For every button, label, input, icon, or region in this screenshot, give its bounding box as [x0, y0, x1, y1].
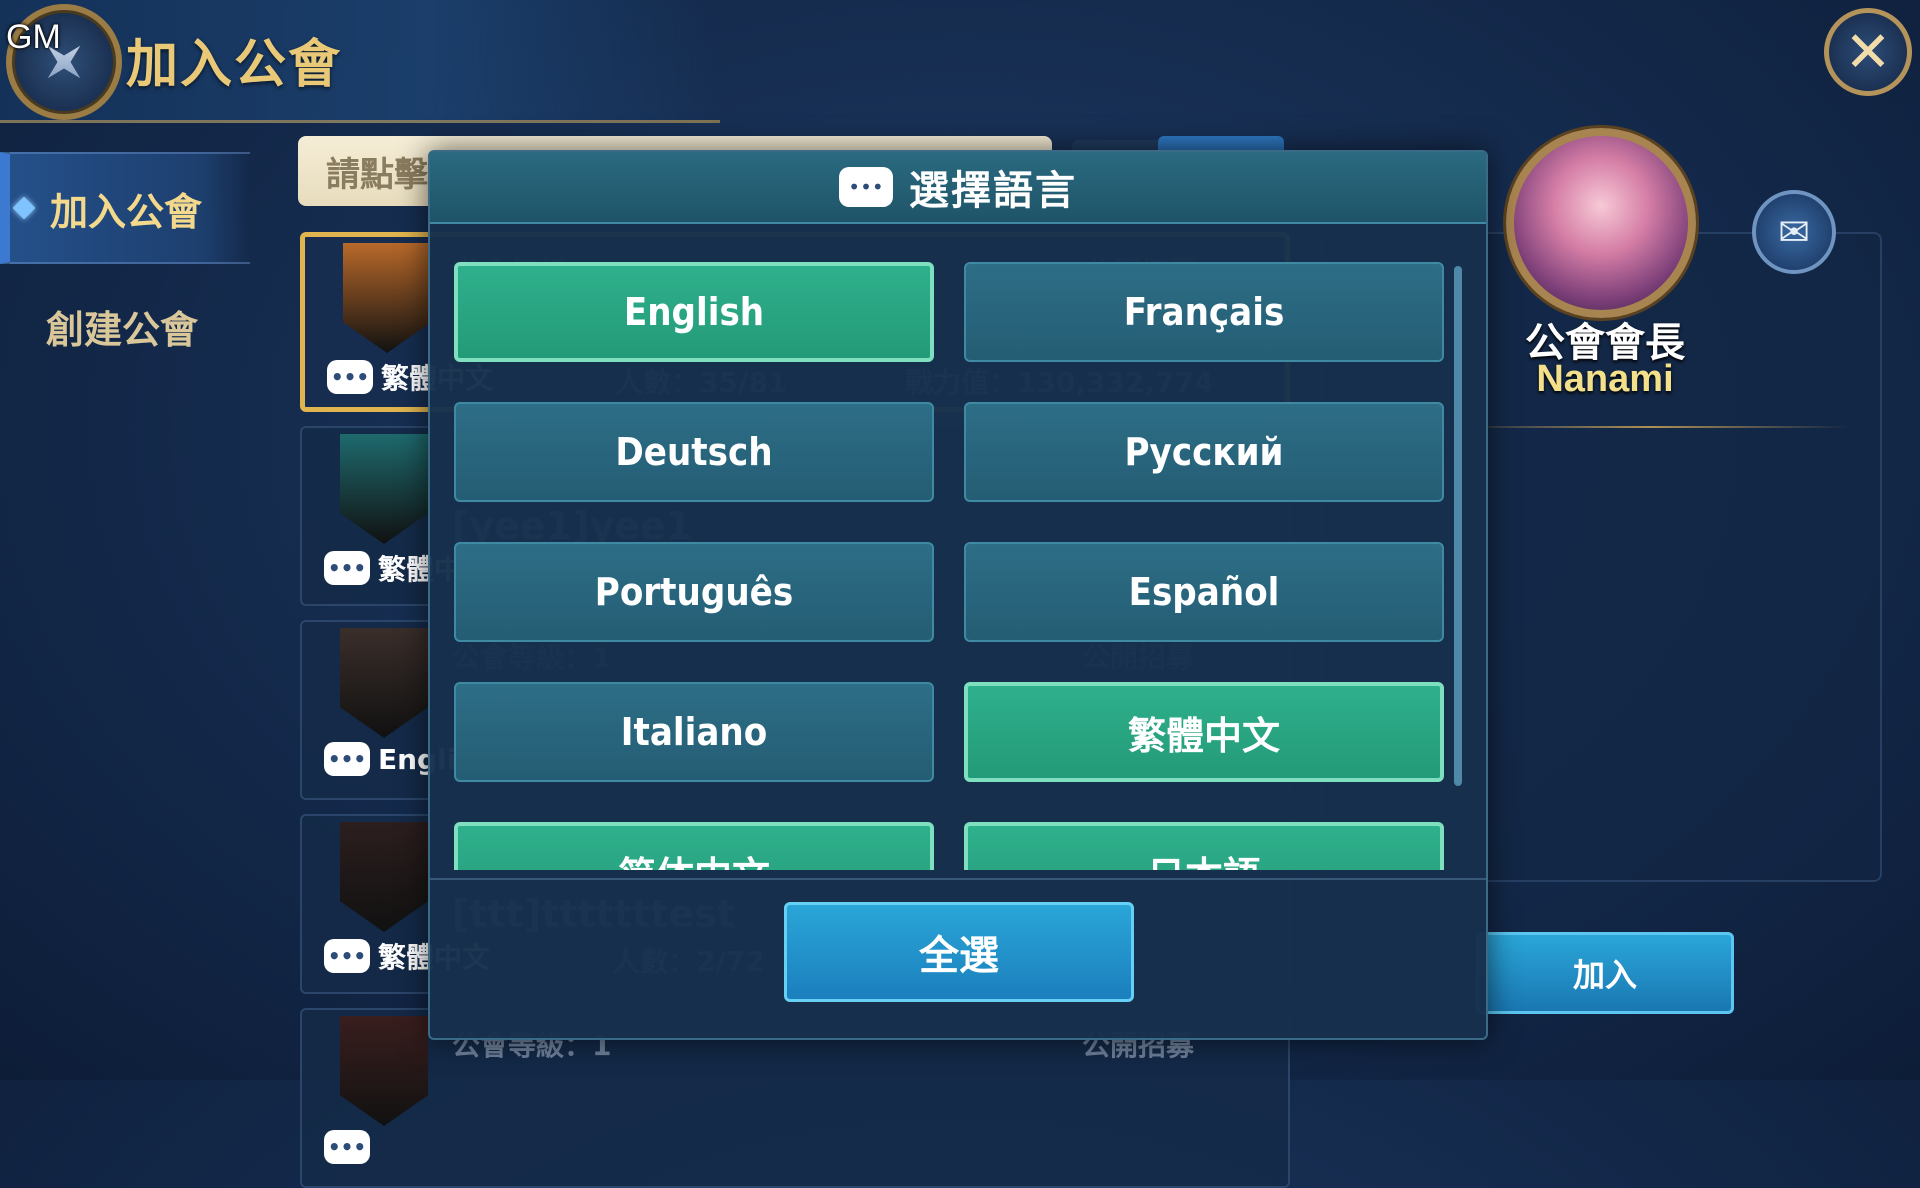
guild-emblem-icon	[340, 1016, 428, 1126]
mail-button[interactable]: ✉	[1752, 190, 1836, 274]
select-all-button[interactable]: 全選	[784, 902, 1134, 1002]
nav-join-guild[interactable]: 加入公會	[0, 152, 250, 264]
guild-emblem-icon	[340, 628, 428, 738]
language-option[interactable]: 日本語	[964, 822, 1444, 870]
modal-title: 選擇語言	[909, 168, 1077, 214]
language-option[interactable]: Deutsch	[454, 402, 934, 502]
language-option[interactable]: Italiano	[454, 682, 934, 782]
chat-bubble-icon: •••	[324, 939, 370, 973]
language-grid: English Français Deutsch Русский Português Es…	[454, 262, 1454, 870]
language-option[interactable]: Français	[964, 262, 1444, 362]
divider	[1450, 426, 1850, 428]
gm-label: GM	[6, 18, 61, 56]
chat-bubble-icon: •••	[324, 742, 370, 776]
leader-avatar[interactable]	[1506, 128, 1696, 318]
nav-create-label: 創建公會	[46, 307, 199, 352]
guild-emblem-icon	[343, 243, 431, 353]
chat-bubble-icon: •••	[327, 360, 373, 394]
language-option[interactable]: 繁體中文	[964, 682, 1444, 782]
mail-icon: ✉	[1778, 210, 1810, 254]
language-option[interactable]: 简体中文	[454, 822, 934, 870]
language-option[interactable]: Русский	[964, 402, 1444, 502]
selected-indicator-icon	[12, 196, 36, 220]
language-scrollbar[interactable]	[1454, 266, 1462, 786]
language-select-modal: ••• 選擇語言 English Français Deutsch Русский Po…	[428, 150, 1488, 1040]
chat-bubble-icon: •••	[324, 1130, 370, 1164]
language-option[interactable]: Español	[964, 542, 1444, 642]
nav-join-label: 加入公會	[50, 189, 203, 234]
guild-language: •••	[324, 1130, 378, 1164]
guild-emblem-icon	[340, 434, 428, 544]
language-option[interactable]: English	[454, 262, 934, 362]
language-option[interactable]: Português	[454, 542, 934, 642]
nav-create-guild[interactable]: 創建公會	[0, 270, 250, 382]
close-icon: ✕	[1844, 19, 1892, 85]
chat-bubble-icon: •••	[839, 167, 893, 207]
top-bar: GM 加入公會	[0, 0, 720, 123]
page-title: 加入公會	[126, 35, 343, 95]
close-button[interactable]: ✕	[1824, 8, 1912, 96]
chat-bubble-icon: •••	[324, 551, 370, 585]
modal-header: ••• 選擇語言	[430, 152, 1486, 224]
divider	[430, 878, 1486, 880]
join-button[interactable]: 加入	[1476, 932, 1734, 1014]
guild-emblem-icon	[340, 822, 428, 932]
